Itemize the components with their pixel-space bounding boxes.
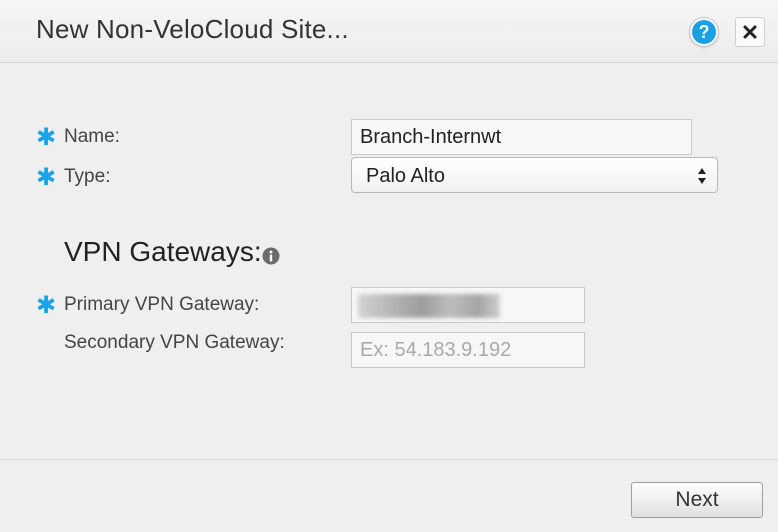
info-circle-icon[interactable] (262, 247, 280, 265)
type-required-marker: ✱ (36, 164, 57, 191)
secondary-vpn-label: Secondary VPN Gateway: (64, 332, 285, 353)
type-select[interactable]: Palo Alto (351, 157, 718, 193)
new-site-dialog: New Non-VeloCloud Site... ? ✱ Name: ✱ Ty… (0, 0, 778, 532)
type-select-value: Palo Alto (366, 165, 445, 187)
close-button[interactable] (735, 17, 765, 47)
dialog-header: New Non-VeloCloud Site... ? (0, 0, 778, 63)
name-label: Name: (64, 126, 120, 147)
redacted-value (358, 294, 500, 318)
primary-required-marker: ✱ (36, 292, 57, 319)
name-input[interactable] (351, 119, 692, 155)
select-arrows-icon (698, 168, 706, 184)
close-x-icon (743, 25, 757, 39)
secondary-vpn-input[interactable] (351, 332, 585, 368)
name-required-marker: ✱ (36, 124, 57, 151)
primary-vpn-label: Primary VPN Gateway: (64, 294, 260, 315)
help-button[interactable]: ? (689, 17, 719, 47)
next-button[interactable]: Next (631, 482, 763, 518)
dialog-title: New Non-VeloCloud Site... (36, 14, 349, 44)
type-label: Type: (64, 166, 111, 187)
question-circle-icon: ? (692, 20, 716, 44)
vpn-gateways-heading: VPN Gateways: (64, 236, 262, 267)
